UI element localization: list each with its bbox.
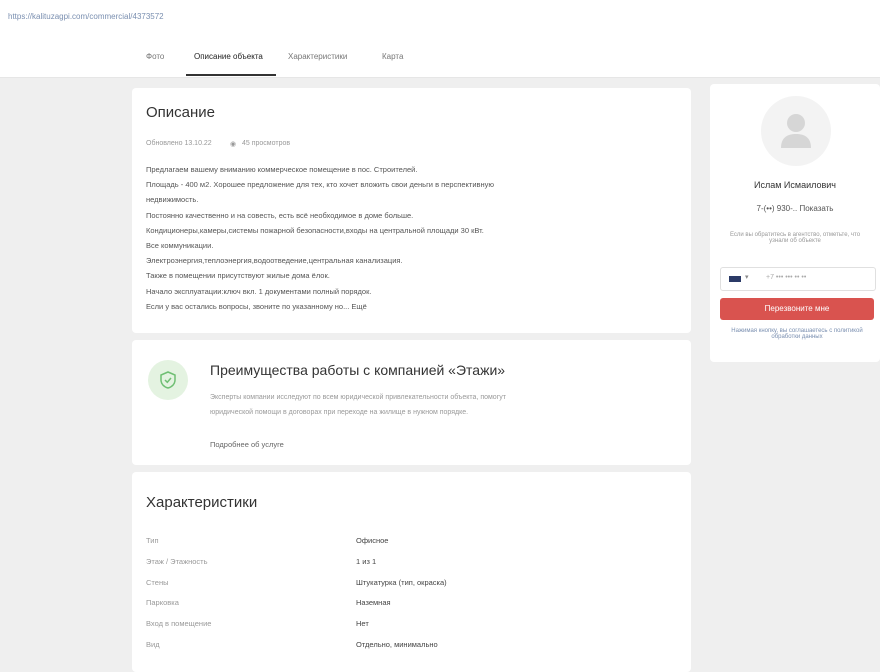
privacy-policy-link[interactable]: Нажимая кнопку, вы соглашаетесь с полити… — [718, 328, 876, 340]
description-title: Описание — [146, 104, 216, 121]
avatar — [761, 96, 831, 166]
flag-icon[interactable] — [729, 276, 741, 282]
char-label: Парковка — [146, 598, 179, 607]
description-line: Площадь - 400 м2. Хорошее предложение дл… — [146, 180, 495, 189]
char-label: Этаж / Этажность — [146, 557, 208, 566]
description-line: Предлагаем вашему вниманию коммерческое … — [146, 165, 418, 174]
description-line: Начало эксплуатации:ключ вкл. 1 документ… — [146, 287, 372, 296]
tab-description[interactable]: Описание объекта — [194, 52, 263, 61]
advantages-text: юридической помощи в договорах при перех… — [210, 409, 469, 416]
char-label: Вход в помещение — [146, 619, 212, 628]
active-tab-indicator — [186, 74, 276, 76]
agent-note: Если вы обратитесь в агентство, отметьте… — [729, 232, 861, 244]
char-value: Офисное — [356, 536, 389, 545]
char-value: Нет — [356, 619, 369, 628]
url-text[interactable]: https://kalituzagpi.com/commercial/43735… — [8, 12, 164, 21]
chevron-down-icon[interactable]: ▾ — [745, 273, 749, 281]
user-icon — [781, 114, 811, 148]
description-line[interactable]: Если у вас остались вопросы, звоните по … — [146, 302, 367, 311]
eye-icon: ◉ — [230, 141, 237, 148]
tab-map[interactable]: Карта — [382, 52, 403, 61]
char-value: Наземная — [356, 598, 391, 607]
tab-characteristics[interactable]: Характеристики — [288, 52, 347, 61]
description-line: Также в помещении присутствуют жилые дом… — [146, 271, 330, 280]
description-line: Все коммуникации. — [146, 241, 214, 250]
agent-name: Ислам Исмаилович — [754, 180, 836, 190]
shield-icon-badge — [148, 360, 188, 400]
description-line: Электроэнергия,теплоэнергия,водоотведени… — [146, 256, 403, 265]
phone-input[interactable]: ▾ +7 ••• ••• •• •• — [720, 267, 876, 291]
char-value: Отдельно, минимально — [356, 640, 438, 649]
description-line: недвижимость. — [146, 195, 199, 204]
tab-photo[interactable]: Фото — [146, 52, 164, 61]
updated-date: Обновлено 13.10.22 — [146, 140, 212, 147]
char-label: Стены — [146, 578, 169, 587]
characteristics-title: Характеристики — [146, 494, 258, 511]
description-line: Кондиционеры,камеры,системы пожарной без… — [146, 226, 484, 235]
char-value: Штукатурка (тип, окраска) — [356, 578, 447, 587]
tab-bar: Фото Описание объекта Характеристики Кар… — [0, 38, 880, 78]
shield-icon — [160, 371, 176, 389]
url-bar[interactable]: https://kalituzagpi.com/commercial/43735… — [0, 0, 880, 39]
advantages-title: Преимущества работы с компанией «Этажи» — [210, 362, 506, 378]
advantages-text: Эксперты компании исследуют по всем юрид… — [210, 394, 506, 401]
char-label: Тип — [146, 536, 159, 545]
service-details-link[interactable]: Подробнее об услуге — [210, 440, 284, 449]
show-phone-link[interactable]: 7-(••) 930-.. Показать — [712, 204, 878, 213]
description-line: Постоянно качественно и на совесть, есть… — [146, 211, 414, 220]
phone-placeholder: +7 ••• ••• •• •• — [766, 274, 807, 281]
char-value: 1 из 1 — [356, 557, 377, 566]
views-count: 45 просмотров — [242, 140, 291, 147]
char-label: Вид — [146, 640, 160, 649]
callback-button[interactable]: Перезвоните мне — [720, 298, 874, 320]
